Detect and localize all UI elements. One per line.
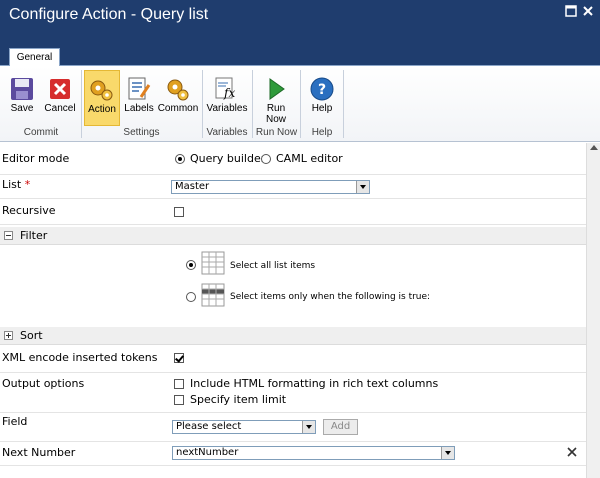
expand-icon[interactable]: [4, 331, 13, 340]
variables-icon: fx: [215, 77, 235, 100]
next-number-label: Next Number: [2, 446, 76, 459]
editor-mode-row: Editor mode Query builder CAML editor: [0, 149, 586, 175]
filter-section-header[interactable]: Filter: [0, 227, 586, 245]
field-label: Field: [2, 415, 28, 428]
ribbon-separator: [81, 70, 82, 138]
action-button[interactable]: Action: [84, 70, 120, 126]
list-row: List * Master: [0, 175, 586, 199]
table-icon: [201, 251, 225, 275]
recursive-checkbox[interactable]: [174, 207, 184, 217]
chevron-down-icon: [356, 181, 369, 193]
select-all-radio[interactable]: [186, 260, 196, 270]
caml-editor-radio[interactable]: [261, 154, 271, 164]
common-icon: [167, 79, 189, 101]
filtered-table-icon: [201, 283, 225, 307]
variables-button[interactable]: fx Variables: [205, 70, 249, 126]
run-now-button[interactable]: Run Now: [255, 70, 297, 126]
chevron-down-icon: [302, 421, 315, 433]
group-label-variables: Variables: [206, 127, 248, 138]
dialog-title: Configure Action - Query list: [9, 6, 209, 23]
ribbon-separator: [343, 70, 344, 138]
group-label-run-now: Run Now: [255, 127, 298, 138]
run-icon: [269, 78, 285, 100]
field-row: Field Please select Add: [0, 413, 586, 442]
sort-label: Sort: [20, 329, 43, 342]
cancel-button[interactable]: Cancel: [42, 70, 78, 126]
labels-icon: [128, 77, 151, 100]
group-label-commit: Commit: [23, 127, 59, 138]
next-number-row: Next Number nextNumber: [0, 442, 586, 466]
help-button[interactable]: ? Help: [304, 70, 340, 126]
save-icon: [11, 78, 33, 100]
xml-encode-label: XML encode inserted tokens: [2, 351, 158, 364]
recursive-row: Recursive: [0, 199, 586, 225]
group-label-settings: Settings: [123, 127, 160, 138]
sort-section-header[interactable]: Sort: [0, 327, 586, 345]
item-limit-label: Specify item limit: [190, 393, 287, 406]
cancel-icon: [50, 79, 70, 99]
list-select[interactable]: Master: [171, 180, 370, 194]
help-icon: ?: [310, 77, 334, 101]
remove-icon[interactable]: [566, 446, 578, 458]
chevron-down-icon: [441, 447, 454, 459]
ribbon-tabstrip: General: [0, 38, 600, 67]
caml-editor-label: CAML editor: [276, 152, 343, 165]
query-builder-label: Query builder: [190, 152, 266, 165]
xml-encode-checkbox[interactable]: [174, 353, 184, 363]
filter-label: Filter: [20, 229, 48, 242]
svg-text:?: ?: [318, 82, 326, 98]
field-select[interactable]: Please select: [172, 420, 316, 434]
html-formatting-checkbox[interactable]: [174, 379, 184, 389]
collapse-icon[interactable]: [4, 231, 13, 240]
save-button[interactable]: Save: [4, 70, 40, 126]
output-options-label: Output options: [2, 377, 85, 390]
required-marker: *: [24, 178, 31, 191]
tab-general[interactable]: General: [9, 48, 60, 67]
xml-encode-row: XML encode inserted tokens: [0, 347, 586, 373]
labels-button[interactable]: Labels: [122, 70, 156, 126]
recursive-label: Recursive: [2, 204, 56, 217]
ribbon: Save Cancel Action Labels Common fx Vari…: [0, 66, 600, 142]
group-label-help: Help: [311, 127, 333, 138]
dialog-titlebar: Configure Action - Query list: [0, 0, 600, 38]
svg-text:fx: fx: [223, 86, 235, 100]
select-when-label: Select items only when the following is …: [230, 292, 431, 302]
next-number-select[interactable]: nextNumber: [172, 446, 455, 460]
editor-mode-label: Editor mode: [2, 152, 70, 165]
vertical-scrollbar[interactable]: [586, 143, 600, 478]
action-icon: [90, 80, 113, 101]
select-all-label: Select all list items: [230, 261, 316, 271]
output-options-row: Output options Include HTML formatting i…: [0, 373, 586, 413]
maximize-icon[interactable]: [565, 5, 577, 17]
common-button[interactable]: Common: [157, 70, 199, 126]
close-icon[interactable]: [582, 5, 594, 17]
html-formatting-label: Include HTML formatting in rich text col…: [190, 377, 439, 390]
list-label: List *: [2, 178, 31, 191]
query-builder-radio[interactable]: [175, 154, 185, 164]
form-content: Editor mode Query builder CAML editor Li…: [0, 143, 600, 478]
scroll-up-icon[interactable]: [590, 145, 598, 150]
item-limit-checkbox[interactable]: [174, 395, 184, 405]
select-when-radio[interactable]: [186, 292, 196, 302]
add-button[interactable]: Add: [323, 419, 358, 435]
